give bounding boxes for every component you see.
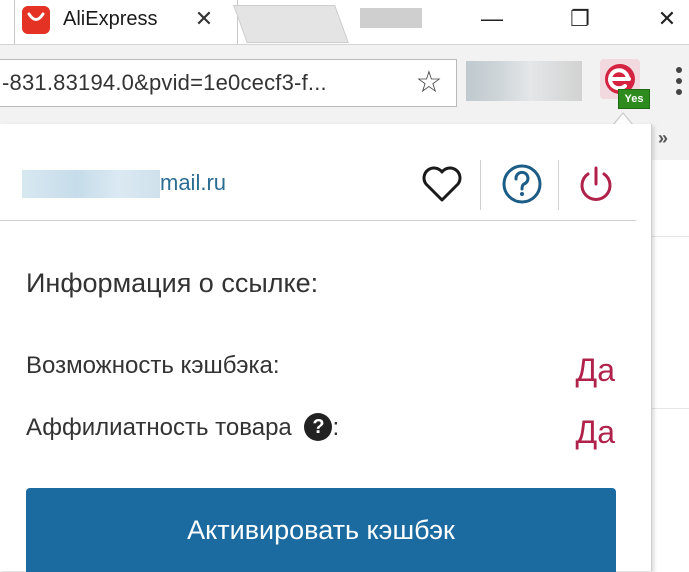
help-icon[interactable] <box>498 160 546 208</box>
question-icon[interactable]: ? <box>304 412 333 441</box>
bookmarks-bar <box>651 124 689 161</box>
power-icon[interactable] <box>572 160 620 208</box>
email-blurred <box>22 170 160 198</box>
affiliate-label-text: Аффилиатность товара <box>26 414 292 441</box>
aliexpress-favicon-icon <box>22 6 50 34</box>
bookmarks-overflow-icon[interactable]: » <box>658 128 668 149</box>
page-divider <box>651 236 689 237</box>
bookmark-star-icon[interactable]: ☆ <box>412 66 446 100</box>
affiliate-value: Да <box>575 414 615 450</box>
activate-cashback-button[interactable]: Активировать кэшбэк <box>26 488 616 572</box>
blurred-extensions <box>466 61 582 101</box>
browser-toolbar: -831.83194.0&pvid=1e0cecf3-f... ☆ Yes <box>0 44 689 125</box>
url-text: -831.83194.0&pvid=1e0cecf3-f... <box>2 70 327 95</box>
page-divider <box>651 408 689 409</box>
tab-close-icon[interactable]: ✕ <box>189 4 219 34</box>
affiliate-label: Аффилиатность товара ?: <box>26 412 340 442</box>
blurred-region <box>360 8 422 28</box>
cashback-possibility-label: Возможность кэшбэка: <box>26 352 280 379</box>
heart-icon[interactable] <box>418 160 466 208</box>
close-window-button[interactable]: ✕ <box>645 2 689 36</box>
maximize-button[interactable]: ❐ <box>558 2 602 36</box>
affiliate-label-colon: : <box>332 414 340 441</box>
cashback-possibility-value: Да <box>575 352 615 388</box>
tab-inactive[interactable] <box>233 5 349 43</box>
extension-badge: Yes <box>618 89 650 109</box>
page-background <box>651 160 689 571</box>
tab-title: AliExpress <box>63 8 158 30</box>
header-divider <box>0 220 636 221</box>
extension-popup: mail.ru Информация о ссылке: Возможность… <box>0 124 652 572</box>
browser-menu-icon[interactable] <box>676 67 684 95</box>
header-separator <box>558 160 559 210</box>
section-title: Информация о ссылке: <box>26 268 319 298</box>
tab-strip: AliExpress ✕ — ❐ ✕ <box>0 0 689 44</box>
minimize-button[interactable]: — <box>470 2 514 36</box>
header-separator <box>480 160 481 210</box>
tab-aliexpress[interactable]: AliExpress ✕ <box>14 0 238 44</box>
account-email: mail.ru <box>160 170 227 195</box>
address-bar[interactable]: -831.83194.0&pvid=1e0cecf3-f... ☆ <box>0 59 457 107</box>
